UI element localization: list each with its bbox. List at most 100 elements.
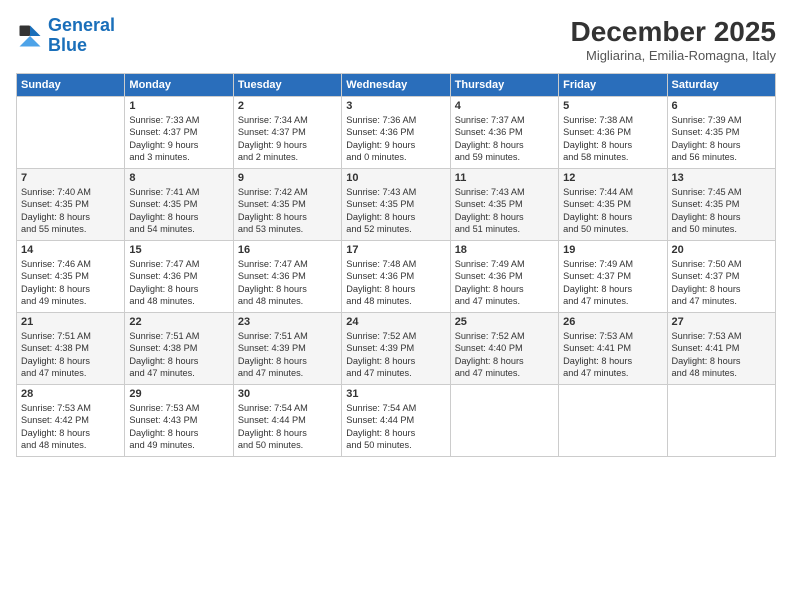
calendar-cell: 11 Sunrise: 7:43 AM Sunset: 4:35 PM Dayli…: [450, 169, 558, 241]
calendar-week-3: 14 Sunrise: 7:46 AM Sunset: 4:35 PM Dayli…: [17, 241, 776, 313]
day-number: 24: [346, 316, 445, 328]
calendar-week-1: 1 Sunrise: 7:33 AM Sunset: 4:37 PM Daylig…: [17, 97, 776, 169]
day-info: Sunrise: 7:53 AM Sunset: 4:43 PM Dayligh…: [129, 402, 228, 452]
day-number: 15: [129, 244, 228, 256]
day-info: Sunrise: 7:41 AM Sunset: 4:35 PM Dayligh…: [129, 186, 228, 236]
weekday-saturday: Saturday: [667, 74, 775, 97]
day-number: 6: [672, 100, 771, 112]
calendar-cell: 18 Sunrise: 7:49 AM Sunset: 4:36 PM Dayli…: [450, 241, 558, 313]
calendar-cell: 24Sunrise: 7:52 AM Sunset: 4:39 PM Dayli…: [342, 313, 450, 385]
day-info: Sunrise: 7:42 AM Sunset: 4:35 PM Dayligh…: [238, 186, 337, 236]
logo-icon: [16, 22, 44, 50]
day-info: Sunrise: 7:39 AM Sunset: 4:35 PM Dayligh…: [672, 114, 771, 164]
calendar-cell: 9 Sunrise: 7:42 AM Sunset: 4:35 PM Daylig…: [233, 169, 341, 241]
day-number: 14: [21, 244, 120, 256]
day-number: 26: [563, 316, 662, 328]
calendar-cell: 13Sunrise: 7:45 AM Sunset: 4:35 PM Dayli…: [667, 169, 775, 241]
day-info: Sunrise: 7:53 AM Sunset: 4:42 PM Dayligh…: [21, 402, 120, 452]
logo-text: General Blue: [48, 16, 115, 56]
weekday-monday: Monday: [125, 74, 233, 97]
day-info: Sunrise: 7:49 AM Sunset: 4:37 PM Dayligh…: [563, 258, 662, 308]
calendar-cell: [450, 385, 558, 457]
day-info: Sunrise: 7:46 AM Sunset: 4:35 PM Dayligh…: [21, 258, 120, 308]
calendar-cell: 15 Sunrise: 7:47 AM Sunset: 4:36 PM Dayli…: [125, 241, 233, 313]
calendar-cell: 25Sunrise: 7:52 AM Sunset: 4:40 PM Dayli…: [450, 313, 558, 385]
calendar-cell: 3Sunrise: 7:36 AM Sunset: 4:36 PM Daylig…: [342, 97, 450, 169]
calendar-cell: 5 Sunrise: 7:38 AM Sunset: 4:36 PM Daylig…: [559, 97, 667, 169]
day-number: 3: [346, 100, 445, 112]
day-info: Sunrise: 7:50 AM Sunset: 4:37 PM Dayligh…: [672, 258, 771, 308]
calendar-table: SundayMondayTuesdayWednesdayThursdayFrid…: [16, 73, 776, 457]
location: Migliarina, Emilia-Romagna, Italy: [571, 48, 776, 63]
day-info: Sunrise: 7:48 AM Sunset: 4:36 PM Dayligh…: [346, 258, 445, 308]
logo-line1: General: [48, 15, 115, 35]
calendar-week-5: 28 Sunrise: 7:53 AM Sunset: 4:42 PM Dayli…: [17, 385, 776, 457]
calendar-cell: 30Sunrise: 7:54 AM Sunset: 4:44 PM Dayli…: [233, 385, 341, 457]
calendar-cell: 22 Sunrise: 7:51 AM Sunset: 4:38 PM Dayli…: [125, 313, 233, 385]
day-number: 2: [238, 100, 337, 112]
day-number: 5: [563, 100, 662, 112]
calendar-cell: 7 Sunrise: 7:40 AM Sunset: 4:35 PM Daylig…: [17, 169, 125, 241]
calendar-cell: [559, 385, 667, 457]
calendar-cell: 27Sunrise: 7:53 AM Sunset: 4:41 PM Dayli…: [667, 313, 775, 385]
page-header: General Blue December 2025 Migliarina, E…: [16, 16, 776, 63]
day-info: Sunrise: 7:40 AM Sunset: 4:35 PM Dayligh…: [21, 186, 120, 236]
day-number: 9: [238, 172, 337, 184]
calendar-cell: 28 Sunrise: 7:53 AM Sunset: 4:42 PM Dayli…: [17, 385, 125, 457]
calendar-cell: 6 Sunrise: 7:39 AM Sunset: 4:35 PM Daylig…: [667, 97, 775, 169]
weekday-sunday: Sunday: [17, 74, 125, 97]
day-number: 28: [21, 388, 120, 400]
day-number: 29: [129, 388, 228, 400]
day-info: Sunrise: 7:47 AM Sunset: 4:36 PM Dayligh…: [238, 258, 337, 308]
day-info: Sunrise: 7:43 AM Sunset: 4:35 PM Dayligh…: [455, 186, 554, 236]
weekday-friday: Friday: [559, 74, 667, 97]
logo: General Blue: [16, 16, 115, 56]
calendar-cell: 16 Sunrise: 7:47 AM Sunset: 4:36 PM Dayli…: [233, 241, 341, 313]
day-number: 21: [21, 316, 120, 328]
day-info: Sunrise: 7:53 AM Sunset: 4:41 PM Dayligh…: [563, 330, 662, 380]
calendar-week-4: 21 Sunrise: 7:51 AM Sunset: 4:38 PM Dayli…: [17, 313, 776, 385]
day-number: 11: [455, 172, 554, 184]
calendar-header: SundayMondayTuesdayWednesdayThursdayFrid…: [17, 74, 776, 97]
day-number: 16: [238, 244, 337, 256]
calendar-cell: 8 Sunrise: 7:41 AM Sunset: 4:35 PM Daylig…: [125, 169, 233, 241]
calendar-cell: 14 Sunrise: 7:46 AM Sunset: 4:35 PM Dayli…: [17, 241, 125, 313]
day-number: 25: [455, 316, 554, 328]
calendar-cell: 23 Sunrise: 7:51 AM Sunset: 4:39 PM Dayli…: [233, 313, 341, 385]
weekday-thursday: Thursday: [450, 74, 558, 97]
calendar-cell: 10Sunrise: 7:43 AM Sunset: 4:35 PM Dayli…: [342, 169, 450, 241]
calendar-cell: [667, 385, 775, 457]
day-number: 7: [21, 172, 120, 184]
day-info: Sunrise: 7:34 AM Sunset: 4:37 PM Dayligh…: [238, 114, 337, 164]
calendar-cell: 19Sunrise: 7:49 AM Sunset: 4:37 PM Dayli…: [559, 241, 667, 313]
day-number: 22: [129, 316, 228, 328]
day-number: 1: [129, 100, 228, 112]
calendar-cell: [17, 97, 125, 169]
logo-line2: Blue: [48, 35, 87, 55]
day-number: 23: [238, 316, 337, 328]
day-info: Sunrise: 7:54 AM Sunset: 4:44 PM Dayligh…: [238, 402, 337, 452]
day-info: Sunrise: 7:51 AM Sunset: 4:38 PM Dayligh…: [21, 330, 120, 380]
day-info: Sunrise: 7:51 AM Sunset: 4:38 PM Dayligh…: [129, 330, 228, 380]
day-info: Sunrise: 7:53 AM Sunset: 4:41 PM Dayligh…: [672, 330, 771, 380]
day-number: 12: [563, 172, 662, 184]
month-title: December 2025: [571, 16, 776, 48]
day-info: Sunrise: 7:37 AM Sunset: 4:36 PM Dayligh…: [455, 114, 554, 164]
weekday-header-row: SundayMondayTuesdayWednesdayThursdayFrid…: [17, 74, 776, 97]
calendar-cell: 21 Sunrise: 7:51 AM Sunset: 4:38 PM Dayli…: [17, 313, 125, 385]
day-number: 10: [346, 172, 445, 184]
day-number: 31: [346, 388, 445, 400]
day-info: Sunrise: 7:38 AM Sunset: 4:36 PM Dayligh…: [563, 114, 662, 164]
calendar-week-2: 7 Sunrise: 7:40 AM Sunset: 4:35 PM Daylig…: [17, 169, 776, 241]
day-info: Sunrise: 7:47 AM Sunset: 4:36 PM Dayligh…: [129, 258, 228, 308]
day-info: Sunrise: 7:49 AM Sunset: 4:36 PM Dayligh…: [455, 258, 554, 308]
day-number: 8: [129, 172, 228, 184]
weekday-tuesday: Tuesday: [233, 74, 341, 97]
day-number: 18: [455, 244, 554, 256]
weekday-wednesday: Wednesday: [342, 74, 450, 97]
calendar-body: 1 Sunrise: 7:33 AM Sunset: 4:37 PM Daylig…: [17, 97, 776, 457]
day-info: Sunrise: 7:51 AM Sunset: 4:39 PM Dayligh…: [238, 330, 337, 380]
day-info: Sunrise: 7:33 AM Sunset: 4:37 PM Dayligh…: [129, 114, 228, 164]
day-number: 20: [672, 244, 771, 256]
day-number: 13: [672, 172, 771, 184]
